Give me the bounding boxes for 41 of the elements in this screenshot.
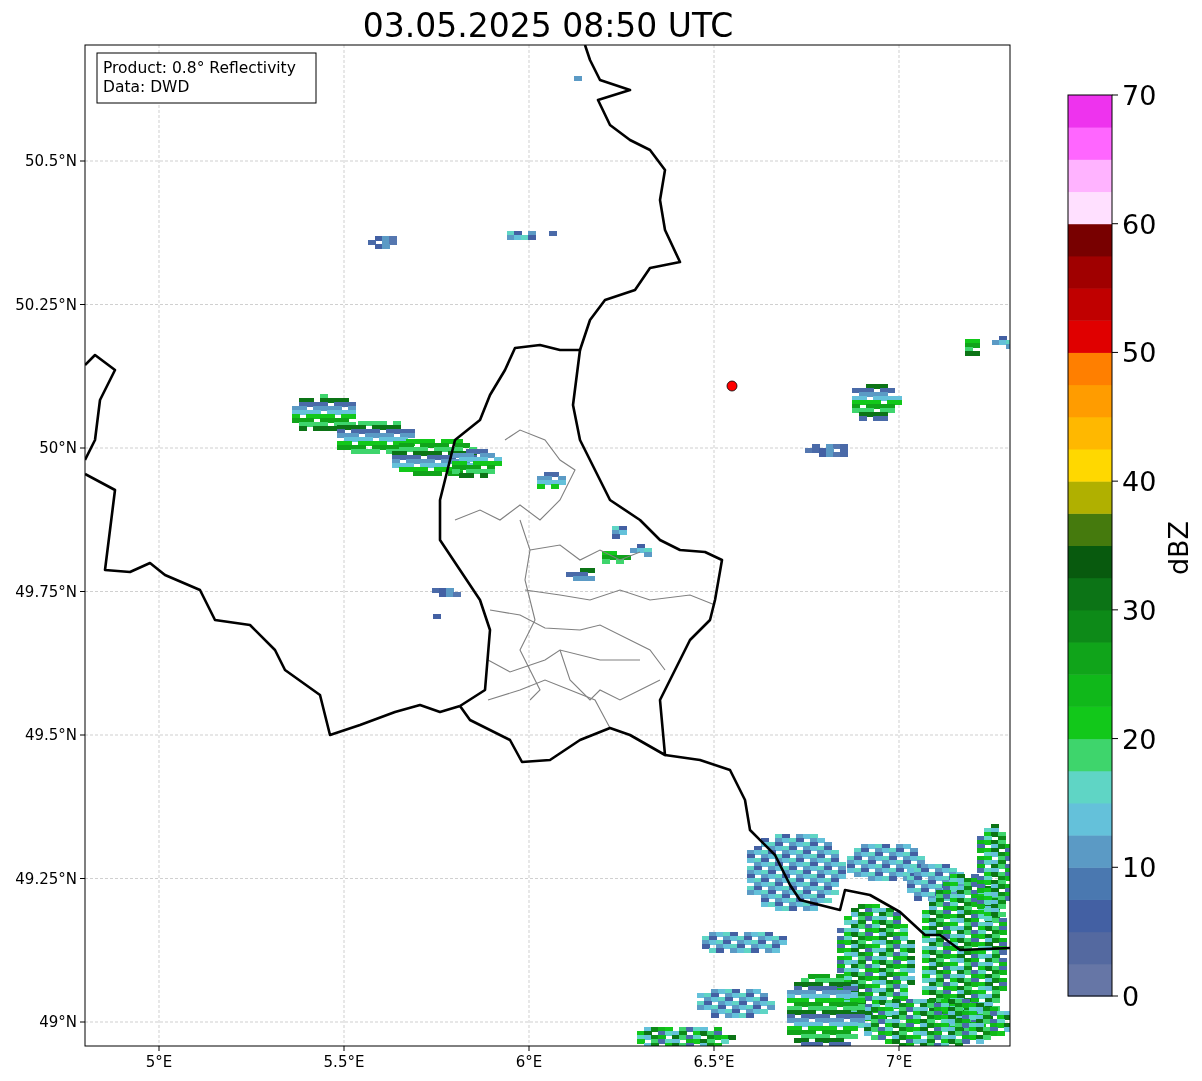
radar-echo — [292, 394, 356, 431]
axis-tick-label: 50.25°N — [15, 295, 77, 314]
radar-echo — [566, 568, 595, 581]
radar-echo — [630, 544, 652, 557]
colorbar-tick-label: 0 — [1122, 981, 1140, 1012]
axis-tick-label: 5.5°E — [323, 1053, 365, 1071]
radar-echo — [368, 236, 397, 249]
radar-station-marker — [726, 380, 738, 392]
radar-echo — [432, 588, 461, 597]
axis-tick-label: 49°N — [39, 1013, 77, 1031]
legend-text: Data: DWD — [103, 78, 190, 96]
colorbar-tick-label: 10 — [1122, 852, 1157, 884]
radar-echo — [852, 384, 902, 421]
axis-tick-label: 5°E — [145, 1053, 173, 1071]
radar-echo — [992, 336, 1010, 349]
radar-echo — [537, 472, 566, 489]
radar-echo — [612, 526, 627, 539]
axis-tick-label: 49.75°N — [15, 582, 77, 601]
colorbar-tick-label: 30 — [1122, 594, 1157, 626]
axis-tick-label: 7°E — [885, 1053, 913, 1071]
colorbar-label: dBZ — [1163, 520, 1194, 576]
chart-title: 03.05.2025 08:50 UTC — [362, 6, 734, 45]
radar-echo — [574, 76, 582, 81]
radar-echo — [805, 444, 848, 457]
radar-echo — [965, 339, 980, 356]
axis-tick-label: 6°E — [515, 1053, 543, 1071]
radar-echo — [433, 614, 441, 619]
axis-tick-label: 50.5°N — [24, 152, 77, 170]
colorbar-tick-label: 70 — [1122, 80, 1157, 111]
colorbar-tick-label: 60 — [1122, 208, 1157, 240]
radar-echo — [549, 231, 557, 236]
axis-tick-label: 49.25°N — [15, 869, 77, 888]
colorbar-tick-label: 50 — [1122, 337, 1157, 369]
colorbar-tick-label: 40 — [1122, 466, 1157, 498]
axis-tick-label: 50°N — [39, 439, 77, 457]
radar-echo — [507, 231, 536, 240]
axis-tick-label: 6.5°E — [693, 1053, 735, 1071]
legend-text: Product: 0.8° Reflectivity — [103, 59, 296, 77]
radar-echo — [602, 551, 631, 564]
colorbar-tick-label: 20 — [1122, 723, 1157, 755]
axis-tick-label: 49.5°N — [24, 726, 77, 744]
